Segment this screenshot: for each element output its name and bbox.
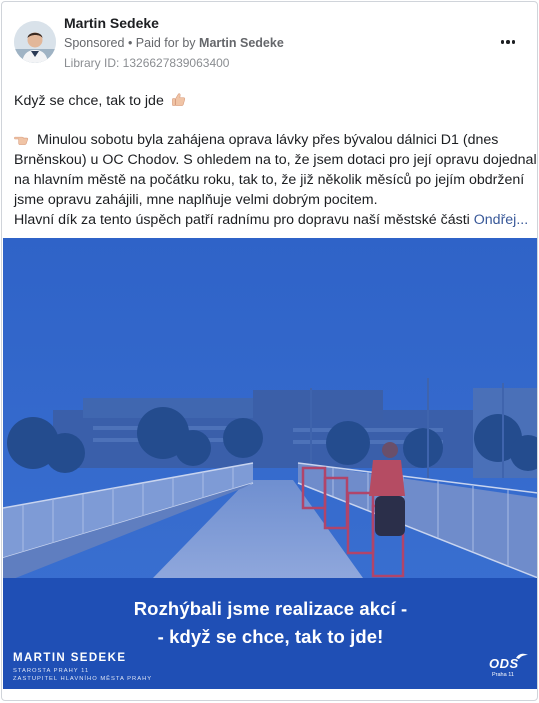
banner-role-2: ZASTUPITEL HLAVNÍHO MĚSTA PRAHY [13,676,153,682]
more-options-icon[interactable] [498,32,518,52]
post-text-line-1: Když se chce, tak to jde [14,91,186,111]
ad-post-card: Martin Sedeke Sponsored • Paid for by Ma… [1,1,538,701]
pointing-hand-icon [14,136,29,145]
library-id: Library ID: 1326627839063400 [64,56,230,70]
post-headline-text: Když se chce, tak to jde [14,93,164,109]
post-paragraph-line-5-text: Hlavní dík za tento úspěch patří radnímu… [14,212,474,228]
post-paragraph-line-1: Minulou sobotu byla zahájena oprava lávk… [37,132,499,148]
post-paragraph-line-2: Brněnskou) u OC Chodov. S ohledem na to,… [14,152,537,168]
banner-headline-2: - když se chce, tak to jde! [157,626,384,647]
post-paragraph-line: Minulou sobotu byla zahájena oprava lávk… [14,130,498,150]
post-paragraph-line-3: na hlavním městě na počátku roku, tak to… [14,172,525,188]
sponsored-label: Sponsored [64,36,125,50]
paid-for-name[interactable]: Martin Sedeke [199,36,284,50]
meta-separator: • [124,36,136,50]
author-name[interactable]: Martin Sedeke [64,15,159,31]
paid-for-prefix: Paid for by [135,36,200,50]
thumbs-up-icon [171,93,185,106]
ods-logo-subtitle: Praha 11 [492,672,514,678]
banner-headline-1: Rozhýbali jsme realizace akcí - [133,598,408,619]
see-more-link[interactable]: Ondřej... [474,212,528,228]
post-paragraph-line-5: Hlavní dík za tento úspěch patří radnímu… [14,210,528,230]
author-avatar[interactable] [14,21,56,63]
bridge-photo [3,238,537,689]
sponsored-line: Sponsored • Paid for by Martin Sedeke [64,36,284,50]
banner-candidate-name: MARTIN SEDEKE [13,652,127,664]
banner-role-1: STAROSTA PRAHY 11 [13,668,90,674]
ad-creative-image[interactable]: Rozhýbali jsme realizace akcí - - když s… [3,238,537,689]
post-paragraph-line-4: jsme opravu zahájili, mne naplňuje velmi… [14,192,378,208]
ods-logo: ODS [489,656,519,671]
